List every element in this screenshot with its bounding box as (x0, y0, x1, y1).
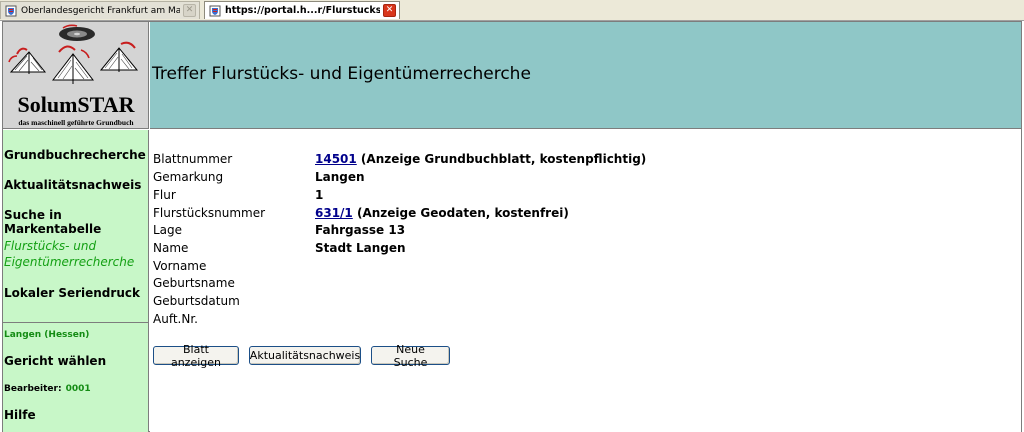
hessen-coat-of-arms-icon (209, 5, 221, 17)
field-value: 631/1 (Anzeige Geodaten, kostenfrei) (315, 206, 569, 220)
field-label: Flurstücksnummer (153, 206, 266, 220)
sidebar-item-aktualitaetsnachweis[interactable]: Aktualitätsnachweis (4, 178, 141, 192)
field-label: Lage (153, 223, 183, 237)
sidebar-item-seriendruck[interactable]: Lokaler Seriendruck (4, 286, 140, 300)
field-label: Auft.Nr. (153, 312, 198, 326)
hessen-coat-of-arms-icon (5, 5, 17, 17)
blattnummer-note: (Anzeige Grundbuchblatt, kostenpflichtig… (356, 152, 647, 166)
new-search-button[interactable]: Neue Suche (371, 343, 450, 369)
close-tab-icon[interactable]: ✕ (383, 4, 396, 17)
sidebar-item-flurstuecksrecherche[interactable]: Flurstücks- und Eigentümerrecherche (4, 238, 144, 270)
show-sheet-button[interactable]: Blatt anzeigen (153, 343, 239, 369)
open-books-logo-art (8, 24, 139, 84)
row-flurstuecksnummer: Flurstücksnummer 631/1 (Anzeige Geodaten… (153, 204, 569, 222)
close-tab-icon[interactable]: ✕ (183, 4, 196, 17)
field-label: Name (153, 241, 189, 255)
flurstueck-link[interactable]: 631/1 (315, 206, 353, 220)
brand-name: SolumSTAR (17, 92, 135, 117)
field-value: Langen (315, 170, 365, 184)
result-details: Blattnummer 14501 (Anzeige Grundbuchblat… (150, 130, 1021, 432)
field-label: Flur (153, 188, 176, 202)
flurstueck-note: (Anzeige Geodaten, kostenfrei) (352, 206, 569, 220)
row-geburtsdatum: Geburtsdatum (153, 292, 315, 310)
tab-title: https://portal.h...r/Flurstucks.htm (225, 5, 380, 16)
bearbeiter-info: Bearbeiter: 0001 (4, 384, 91, 394)
help-link[interactable]: Hilfe (4, 408, 36, 422)
field-value: 14501 (Anzeige Grundbuchblatt, kostenpfl… (315, 152, 646, 166)
row-name: Name Stadt Langen (153, 239, 406, 257)
row-vorname: Vorname (153, 257, 315, 275)
field-label: Gemarkung (153, 170, 224, 184)
field-label: Geburtsname (153, 276, 235, 290)
field-value: Stadt Langen (315, 241, 406, 255)
select-court-link[interactable]: Gericht wählen (4, 354, 106, 368)
brand-tagline: das maschinell geführte Grundbuch (18, 118, 134, 127)
field-value: 1 (315, 188, 324, 202)
sidebar-item-grundbuchrecherche[interactable]: Grundbuchrecherche (4, 148, 146, 162)
blattnummer-link[interactable]: 14501 (315, 152, 357, 166)
page-title: Treffer Flurstücks- und Eigentümerrecher… (152, 64, 531, 84)
row-lage: Lage Fahrgasse 13 (153, 221, 405, 239)
row-flur: Flur 1 (153, 186, 323, 204)
browser-tab-olg[interactable]: Oberlandesgericht Frankfurt am Main - ..… (0, 1, 200, 19)
field-label: Geburtsdatum (153, 294, 240, 308)
currency-proof-button[interactable]: Aktualitätsnachweis (249, 346, 361, 365)
browser-tab-flurstucks[interactable]: https://portal.h...r/Flurstucks.htm ✕ (204, 1, 400, 19)
tab-title: Oberlandesgericht Frankfurt am Main - ..… (21, 5, 180, 16)
row-auftragsnummer: Auft.Nr. (153, 310, 315, 328)
page-header: Treffer Flurstücks- und Eigentümerrecher… (150, 22, 1021, 129)
sidebar-item-markentabelle[interactable]: Suche in Markentabelle (4, 208, 148, 236)
field-label: Blattnummer (153, 152, 233, 166)
row-gemarkung: Gemarkung Langen (153, 168, 365, 186)
bearbeiter-value: 0001 (65, 384, 91, 394)
row-geburtsname: Geburtsname (153, 274, 315, 292)
current-location: Langen (Hessen) (4, 330, 90, 340)
browser-tab-bar: Oberlandesgericht Frankfurt am Main - ..… (0, 0, 1024, 21)
field-label: Vorname (153, 259, 207, 273)
solumstar-logo: SolumSTAR das maschinell geführte Grundb… (3, 22, 149, 129)
sidebar: Grundbuchrecherche Aktualitätsnachweis S… (3, 130, 149, 432)
field-value: Fahrgasse 13 (315, 223, 406, 237)
row-blattnummer: Blattnummer 14501 (Anzeige Grundbuchblat… (153, 150, 646, 168)
sidebar-divider (3, 322, 148, 323)
bearbeiter-label: Bearbeiter: (4, 384, 62, 394)
